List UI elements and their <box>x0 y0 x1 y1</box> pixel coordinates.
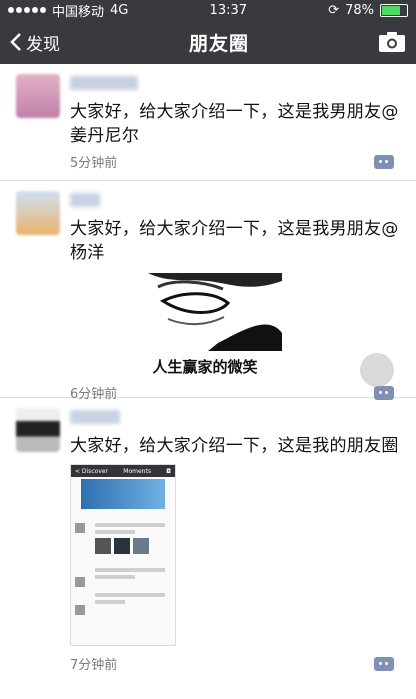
avatar[interactable] <box>16 74 60 118</box>
meme-caption: 人生赢家的微笑 <box>152 358 258 376</box>
comment-icon[interactable] <box>374 154 394 169</box>
moment-post: 大家好，给大家介绍一下，这是我的朋友圈 < Discover Moments ◘ <box>0 398 416 699</box>
top-bar: 中国移动 4G 13:37 ⟳ 78% 发现 朋友圈 <box>0 0 416 64</box>
user-name[interactable] <box>70 410 120 424</box>
signal-icon <box>8 7 46 13</box>
clock: 13:37 <box>209 2 248 18</box>
moment-post: 大家好，给大家介绍一下，这是我男朋友@姜丹尼尔 5分钟前 <box>0 64 416 181</box>
meme-image[interactable]: 人生赢家的微笑 <box>128 273 282 376</box>
network-type: 4G <box>110 2 129 18</box>
user-name[interactable] <box>70 193 100 207</box>
moments-screenshot-image[interactable]: < Discover Moments ◘ <box>70 464 176 646</box>
avatar[interactable] <box>16 191 60 235</box>
battery-percent: 78% <box>345 2 374 18</box>
touch-indicator <box>360 353 394 387</box>
comment-icon[interactable] <box>374 656 394 671</box>
post-time: 5分钟前 <box>70 156 118 171</box>
status-bar: 中国移动 4G 13:37 ⟳ 78% <box>0 0 416 20</box>
avatar[interactable] <box>16 408 60 452</box>
nav-bar: 发现 朋友圈 <box>0 20 416 64</box>
smiling-face-meme <box>128 273 282 351</box>
post-text: 大家好，给大家介绍一下，这是我的朋友圈 <box>70 436 399 456</box>
user-name[interactable] <box>70 76 138 90</box>
post-time: 7分钟前 <box>70 658 118 673</box>
moments-feed: 大家好，给大家介绍一下，这是我男朋友@姜丹尼尔 5分钟前 大家好，给大家介绍一下… <box>0 64 416 699</box>
page-title: 朋友圈 <box>188 32 249 55</box>
post-text: 大家好，给大家介绍一下，这是我男朋友@姜丹尼尔 <box>70 102 399 146</box>
screenshot-banner <box>81 479 165 509</box>
back-button[interactable]: 发现 <box>10 30 60 55</box>
post-text: 大家好，给大家介绍一下，这是我男朋友@杨洋 <box>70 219 399 263</box>
carrier: 中国移动 <box>52 4 105 20</box>
back-label: 发现 <box>26 34 60 55</box>
camera-icon[interactable] <box>378 31 406 53</box>
battery-icon <box>380 3 408 17</box>
screenshot-title: Moments <box>123 467 151 475</box>
screenshot-back-label: < Discover <box>75 467 109 475</box>
moment-post: 大家好，给大家介绍一下，这是我男朋友@杨洋 人生赢家的微笑 6分钟前 <box>0 181 416 402</box>
chevron-left-icon <box>10 33 21 51</box>
orientation-lock-icon: ⟳ <box>328 2 340 18</box>
